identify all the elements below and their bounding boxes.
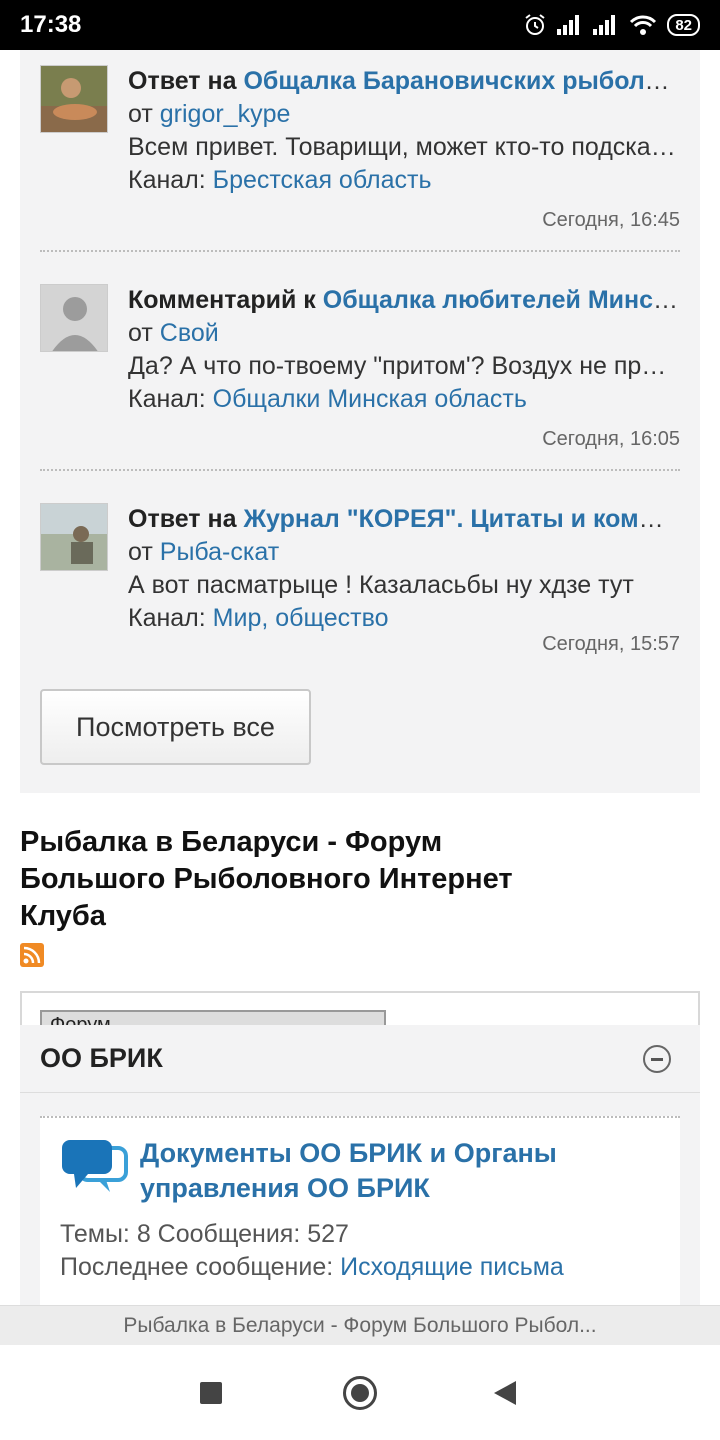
status-time: 17:38 (20, 11, 82, 38)
thread-link[interactable]: Общалка Барановичских рыболовов (243, 67, 680, 95)
activity-time: Сегодня, 15:57 (542, 633, 680, 655)
channel-label: Канал: (128, 385, 206, 413)
activity-panel: Ответ на Общалка Барановичских рыболовов… (20, 50, 700, 793)
activity-prefix: Ответ на (128, 67, 237, 95)
forum-select[interactable]: Форум (40, 1010, 386, 1026)
from-label: от (128, 319, 153, 347)
back-icon[interactable] (494, 1381, 516, 1405)
status-icons: 82 (523, 13, 700, 37)
activity-prefix: Ответ на (128, 505, 237, 533)
channel-link[interactable]: Мир, общество (213, 604, 389, 632)
channel-label: Канал: (128, 166, 206, 194)
divider (40, 469, 680, 471)
nav-bar (0, 1345, 720, 1440)
rss-icon[interactable] (20, 943, 44, 967)
activity-text: Ответ на Журнал "КОРЕЯ". Цитаты и коммен… (128, 503, 680, 635)
activity-channel-line: Канал: Общалки Минская область (128, 383, 680, 416)
activity-channel-line: Канал: Брестская область (128, 164, 680, 197)
activity-author-line: от grigor_kype (128, 98, 680, 131)
section-title: ОО БРИК (40, 1043, 163, 1073)
activity-snippet: А вот пасматрыце ! Казаласьбы ну хдзе ту… (128, 571, 634, 599)
alarm-icon (525, 14, 545, 35)
activity-snippet: Да? А что по-твоему "притом'? Воздух не … (128, 352, 680, 380)
collapse-icon[interactable] (643, 1045, 671, 1073)
channel-label: Канал: (128, 604, 206, 632)
chat-bubbles-icon (62, 1140, 128, 1192)
author-link[interactable]: grigor_kype (160, 100, 291, 128)
forum-counts: Темы: 8 Сообщения: 527 (60, 1220, 349, 1248)
section-header[interactable]: ОО БРИК (20, 1025, 700, 1093)
home-icon[interactable] (343, 1376, 377, 1410)
avatar[interactable] (40, 503, 108, 571)
last-post-link[interactable]: Исходящие письма (340, 1253, 564, 1281)
forum-stats: Темы: 8 Сообщения: 527 Последнее сообщен… (60, 1218, 564, 1284)
activity-heading: Ответ на Общалка Барановичских рыболовов (128, 65, 680, 98)
browser-page-title[interactable]: Рыбалка в Беларуси - Форум Большого Рыбо… (0, 1305, 720, 1345)
channel-link[interactable]: Общалки Минская область (213, 385, 527, 413)
activity-text: Ответ на Общалка Барановичских рыболовов… (128, 65, 680, 197)
recents-icon[interactable] (200, 1382, 222, 1404)
activity-snippet: Всем привет. Товарищи, может кто-то подс… (128, 133, 680, 161)
thread-link[interactable]: Журнал "КОРЕЯ". Цитаты и комментарии (243, 505, 680, 533)
signal-icon (557, 15, 580, 35)
avatar[interactable] (40, 284, 108, 352)
battery-indicator: 82 (667, 14, 700, 36)
activity-text: Комментарий к Общалка любителей Минской … (128, 284, 680, 416)
channel-link[interactable]: Брестская область (213, 166, 432, 194)
page-title: Рыбалка в Беларуси - Форум Большого Рыбо… (20, 826, 513, 932)
author-link[interactable]: Свой (160, 319, 219, 347)
forum-card: Документы ОО БРИК и Органы управления ОО… (40, 1116, 680, 1306)
last-post-line: Последнее сообщение: Исходящие письма (60, 1251, 564, 1284)
activity-heading: Комментарий к Общалка любителей Минской … (128, 284, 680, 317)
activity-channel-line: Канал: Мир, общество (128, 602, 680, 635)
avatar[interactable] (40, 65, 108, 133)
thread-link[interactable]: Общалка любителей Минской области (323, 286, 680, 314)
activity-time: Сегодня, 16:05 (542, 428, 680, 450)
signal-icon (593, 15, 616, 35)
forum-row: Документы ОО БРИК и Органы управления ОО… (20, 1093, 700, 1313)
view-all-button[interactable]: Посмотреть все (40, 689, 311, 765)
last-post-label: Последнее сообщение: (60, 1253, 334, 1281)
from-label: от (128, 100, 153, 128)
status-bar: 17:38 82 (0, 0, 720, 50)
activity-heading: Ответ на Журнал "КОРЕЯ". Цитаты и коммен… (128, 503, 680, 536)
activity-time: Сегодня, 16:45 (542, 209, 680, 231)
wifi-icon (630, 15, 657, 35)
forum-link[interactable]: Документы ОО БРИК и Органы управления ОО… (140, 1136, 660, 1206)
activity-author-line: от Рыба-скат (128, 536, 680, 569)
activity-prefix: Комментарий к (128, 286, 316, 314)
author-link[interactable]: Рыба-скат (160, 538, 279, 566)
activity-author-line: от Свой (128, 317, 680, 350)
divider (40, 250, 680, 252)
from-label: от (128, 538, 153, 566)
